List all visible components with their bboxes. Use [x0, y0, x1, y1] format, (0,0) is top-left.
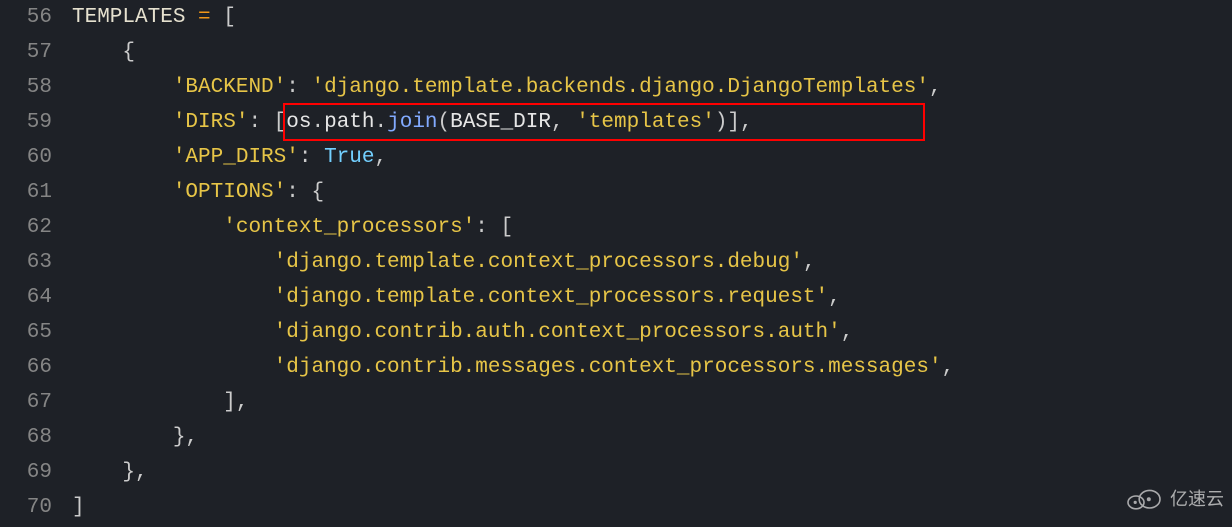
code-line[interactable]: 'DIRS': [os.path.join(BASE_DIR, 'templat…: [72, 105, 954, 140]
code-token: 'django.template.context_processors.requ…: [274, 286, 829, 309]
line-number: 57: [0, 35, 52, 70]
code-token: [72, 181, 173, 204]
code-token: .: [311, 111, 324, 134]
code-token: path: [324, 111, 374, 134]
watermark-text: 亿速云: [1170, 482, 1224, 517]
code-token: TEMPLATES: [72, 6, 185, 29]
code-token: [72, 146, 173, 169]
code-token: =: [198, 6, 211, 29]
code-token: 'templates': [576, 111, 715, 134]
code-token: 'OPTIONS': [173, 181, 286, 204]
code-editor[interactable]: 565758596061626364656667686970 TEMPLATES…: [0, 0, 1232, 527]
line-number: 63: [0, 245, 52, 280]
code-line[interactable]: 'django.contrib.auth.context_processors.…: [72, 315, 954, 350]
code-line[interactable]: 'django.contrib.messages.context_process…: [72, 350, 954, 385]
code-token: ],: [72, 391, 248, 414]
line-number: 65: [0, 315, 52, 350]
line-number-gutter: 565758596061626364656667686970: [0, 0, 62, 527]
code-token: ,: [375, 146, 388, 169]
line-number: 60: [0, 140, 52, 175]
code-token: [72, 76, 173, 99]
code-token: [72, 321, 274, 344]
code-token: )],: [715, 111, 753, 134]
code-token: 'DIRS': [173, 111, 249, 134]
code-token: ,: [942, 356, 955, 379]
line-number: 67: [0, 385, 52, 420]
code-token: 'django.template.context_processors.debu…: [274, 251, 803, 274]
code-token: .: [375, 111, 388, 134]
line-number: 70: [0, 490, 52, 525]
code-line[interactable]: 'BACKEND': 'django.template.backends.dja…: [72, 70, 954, 105]
code-line[interactable]: 'APP_DIRS': True,: [72, 140, 954, 175]
code-token: ,: [929, 76, 942, 99]
code-token: : {: [286, 181, 324, 204]
code-token: [72, 286, 274, 309]
code-token: 'django.contrib.auth.context_processors.…: [274, 321, 841, 344]
watermark: 亿速云: [1124, 482, 1224, 517]
line-number: 69: [0, 455, 52, 490]
code-token: 'context_processors': [223, 216, 475, 239]
code-line[interactable]: ],: [72, 385, 954, 420]
code-token: },: [72, 426, 198, 449]
code-token: ,: [841, 321, 854, 344]
code-line[interactable]: 'django.template.context_processors.requ…: [72, 280, 954, 315]
code-token: (: [438, 111, 451, 134]
code-token: : [: [475, 216, 513, 239]
code-token: },: [72, 461, 148, 484]
line-number: 56: [0, 0, 52, 35]
code-token: BASE_DIR: [450, 111, 551, 134]
code-token: {: [72, 41, 135, 64]
code-token: os: [286, 111, 311, 134]
code-token: ,: [828, 286, 841, 309]
code-token: join: [387, 111, 437, 134]
code-line[interactable]: 'context_processors': [: [72, 210, 954, 245]
line-number: 64: [0, 280, 52, 315]
line-number: 66: [0, 350, 52, 385]
code-token: ,: [803, 251, 816, 274]
line-number: 61: [0, 175, 52, 210]
code-line[interactable]: TEMPLATES = [: [72, 0, 954, 35]
line-number: 59: [0, 105, 52, 140]
code-token: True: [324, 146, 374, 169]
code-token: [72, 111, 173, 134]
code-token: ,: [551, 111, 576, 134]
code-token: 'django.contrib.messages.context_process…: [274, 356, 942, 379]
code-token: [: [211, 6, 236, 29]
code-token: :: [286, 76, 311, 99]
cloud-icon: [1124, 487, 1164, 513]
line-number: 68: [0, 420, 52, 455]
code-line[interactable]: ]: [72, 490, 954, 525]
code-line[interactable]: {: [72, 35, 954, 70]
code-token: : [: [248, 111, 286, 134]
line-number: 58: [0, 70, 52, 105]
code-token: 'BACKEND': [173, 76, 286, 99]
code-content[interactable]: TEMPLATES = [ { 'BACKEND': 'django.templ…: [62, 0, 954, 527]
code-line[interactable]: },: [72, 455, 954, 490]
code-token: [72, 356, 274, 379]
code-line[interactable]: },: [72, 420, 954, 455]
line-number: 62: [0, 210, 52, 245]
code-token: [72, 251, 274, 274]
code-token: :: [299, 146, 324, 169]
code-token: [72, 216, 223, 239]
code-line[interactable]: 'django.template.context_processors.debu…: [72, 245, 954, 280]
code-token: [185, 6, 198, 29]
code-line[interactable]: 'OPTIONS': {: [72, 175, 954, 210]
code-token: 'django.template.backends.django.DjangoT…: [311, 76, 929, 99]
code-token: ]: [72, 496, 85, 519]
code-token: 'APP_DIRS': [173, 146, 299, 169]
